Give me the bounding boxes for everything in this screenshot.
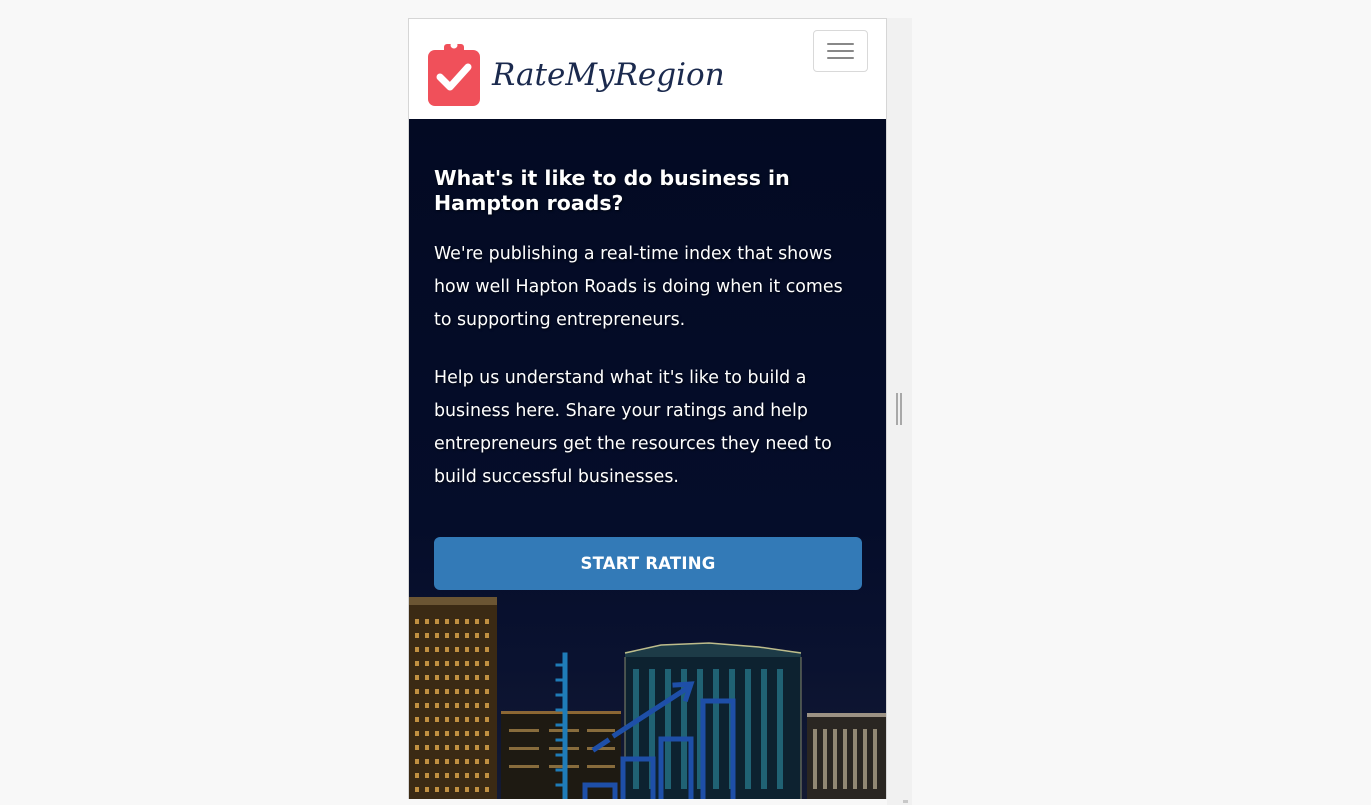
start-rating-button[interactable]: START RATING: [434, 537, 862, 590]
brand-link[interactable]: RateMyRegion: [427, 38, 725, 108]
skyline-building-right: [807, 713, 886, 799]
mobile-viewport: RateMyRegion What's it like to do busine…: [408, 18, 887, 799]
navbar: RateMyRegion: [409, 19, 886, 119]
hero-paragraph-intro: We're publishing a real-time index that …: [434, 244, 843, 330]
hero-section: What's it like to do business in Hampton…: [409, 119, 886, 799]
hero-title: What's it like to do business in Hampton…: [434, 166, 790, 215]
hamburger-menu-icon: [827, 43, 854, 45]
hamburger-menu-button[interactable]: [813, 30, 868, 72]
skyline-building-left: [409, 597, 497, 799]
viewport-resize-handle[interactable]: [896, 393, 902, 425]
viewport-corner-grip: [903, 800, 908, 803]
clipboard-check-icon: [427, 38, 481, 108]
hero-paragraph-call: Help us understand what it's like to bui…: [434, 368, 832, 487]
hero-content: What's it like to do business in Hampton…: [434, 166, 864, 494]
city-skyline-image: [409, 597, 886, 799]
brand-name: RateMyRegion: [492, 57, 725, 93]
